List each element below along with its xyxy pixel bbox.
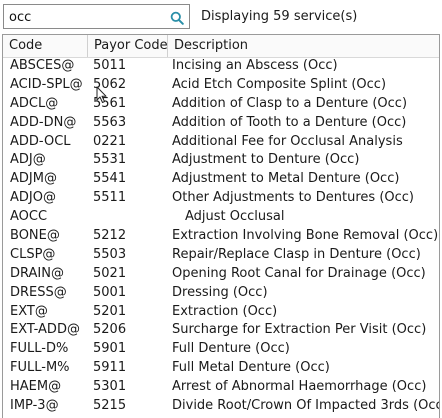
table-row[interactable]: BONE@ 5212 Extraction Involving Bone Remov… [3, 227, 439, 246]
description-cell: Other Adjustments to Dentures (Occ) [172, 190, 414, 206]
search-box[interactable] [3, 4, 190, 29]
code-cell: DRAIN@ [10, 265, 64, 281]
payor-code-cell: 5503 [93, 246, 127, 262]
code-cell: ADCL@ [10, 95, 59, 111]
code-cell: ADJM@ [10, 171, 57, 187]
table-row[interactable]: IMP-3@ 5215 Divide Root/Crown Of Impacted … [3, 397, 439, 416]
description-cell: Dressing (Occ) [172, 284, 268, 300]
column-header-description[interactable]: Description [167, 35, 439, 57]
description-cell: Acid Etch Composite Splint (Occ) [172, 76, 387, 92]
payor-code-cell: 5531 [93, 152, 127, 168]
payor-code-cell: 5301 [93, 379, 127, 395]
payor-code-cell: 5215 [93, 398, 127, 414]
table-row[interactable]: HAEM@ 5301 Arrest of Abnormal Haemorrhage … [3, 378, 439, 397]
code-cell: ADD-DN@ [10, 114, 77, 130]
description-cell: Extraction (Occ) [172, 303, 278, 319]
description-cell: Additional Fee for Occlusal Analysis [172, 133, 403, 149]
table-row[interactable]: ABSCES@ 5011 Incising an Abscess (Occ) [3, 57, 439, 76]
table-row[interactable]: ADD-DN@ 5563 Addition of Tooth to a Dentur… [3, 114, 439, 133]
table-row[interactable]: DRESS@ 5001 Dressing (Occ) [3, 284, 439, 303]
table-row[interactable]: EXT-ADD@ 5206 Surcharge for Extraction Per… [3, 321, 439, 340]
payor-code-cell: 5206 [93, 322, 127, 338]
code-cell: FULL-D% [10, 341, 69, 357]
payor-code-cell: 5511 [93, 190, 127, 206]
description-cell: Opening Root Canal for Drainage (Occ) [172, 265, 426, 281]
payor-code-cell: 5021 [93, 265, 127, 281]
description-cell: Repair/Replace Clasp in Denture (Occ) [172, 246, 421, 262]
table-row[interactable]: ADD-OCL 0221 Additional Fee for Occlusal A… [3, 133, 439, 152]
code-cell: HAEM@ [10, 379, 62, 395]
description-cell: Extraction Involving Bone Removal (Occ) [172, 228, 439, 244]
code-cell: EXT-ADD@ [10, 322, 80, 338]
code-cell: ADD-OCL [10, 133, 71, 149]
table-row[interactable]: ADCL@ 5561 Addition of Clasp to a Denture … [3, 95, 439, 114]
code-cell: DRESS@ [10, 284, 67, 300]
description-cell: Incising an Abscess (Occ) [172, 58, 338, 73]
code-cell: BONE@ [10, 228, 60, 244]
code-cell: ABSCES@ [10, 58, 75, 73]
table-row[interactable]: ACID-SPL@ 5062 Acid Etch Composite Splint … [3, 76, 439, 95]
code-cell: FULL-M% [10, 360, 70, 376]
search-input[interactable] [9, 8, 167, 26]
table-row[interactable]: FULL-D% 5901 Full Denture (Occ) [3, 340, 439, 359]
description-cell: Full Metal Denture (Occ) [172, 360, 330, 376]
payor-code-cell: 5901 [93, 341, 127, 357]
description-cell: Surcharge for Extraction Per Visit (Occ) [172, 322, 427, 338]
table-body: ABSCES@ 5011 Incising an Abscess (Occ) ACID… [3, 57, 439, 418]
description-cell: Addition of Tooth to a Denture (Occ) [172, 114, 407, 130]
table-row[interactable]: ADJO@ 5511 Other Adjustments to Dentures (… [3, 189, 439, 208]
table-header: Code Payor Code Description [3, 35, 439, 58]
code-cell: CLSP@ [10, 246, 56, 262]
description-cell: Full Denture (Occ) [172, 341, 290, 357]
payor-code-cell: 5001 [93, 284, 127, 300]
payor-code-cell: 5011 [93, 58, 127, 73]
payor-code-cell: 5563 [93, 114, 127, 130]
table-row[interactable]: EXT@ 5201 Extraction (Occ) [3, 303, 439, 322]
description-cell: Divide Root/Crown Of Impacted 3rds (Occ) [172, 398, 440, 414]
table-row[interactable]: DRAIN@ 5021 Opening Root Canal for Drainag… [3, 265, 439, 284]
table-row[interactable]: CLSP@ 5503 Repair/Replace Clasp in Denture… [3, 246, 439, 265]
payor-code-cell: 0221 [93, 133, 127, 149]
code-cell: EXT@ [10, 303, 48, 319]
results-count: Displaying 59 service(s) [201, 9, 358, 24]
code-cell: AOCC [10, 209, 48, 225]
description-cell: Arrest of Abnormal Haemorrhage (Occ) [172, 379, 427, 395]
payor-code-cell: 5201 [93, 303, 127, 319]
table-row[interactable]: ADJ@ 5531 Adjustment to Denture (Occ) [3, 151, 439, 170]
payor-code-cell: 5541 [93, 171, 127, 187]
payor-code-cell: 5212 [93, 228, 127, 244]
search-icon[interactable] [170, 10, 184, 25]
table-row[interactable]: FULL-M% 5911 Full Metal Denture (Occ) [3, 359, 439, 378]
description-cell: Addition of Clasp to a Denture (Occ) [172, 95, 408, 111]
column-header-code[interactable]: Code [3, 35, 87, 57]
mouse-cursor-icon [96, 86, 108, 104]
description-cell: Adjustment to Denture (Occ) [172, 152, 360, 168]
table-row[interactable]: AOCC Adjust Occlusal [3, 208, 439, 227]
column-header-payor-code[interactable]: Payor Code [87, 35, 168, 57]
description-cell: Adjustment to Metal Denture (Occ) [172, 171, 400, 187]
code-cell: ACID-SPL@ [10, 76, 83, 92]
code-cell: ADJ@ [10, 152, 46, 168]
code-cell: IMP-3@ [10, 398, 59, 414]
payor-code-cell: 5911 [93, 360, 127, 376]
services-list[interactable]: Code Payor Code Description ABSCES@ 5011 I… [2, 34, 440, 418]
description-cell: Adjust Occlusal [185, 209, 285, 225]
code-cell: ADJO@ [10, 190, 56, 206]
table-row[interactable]: ADJM@ 5541 Adjustment to Metal Denture (Oc… [3, 170, 439, 189]
